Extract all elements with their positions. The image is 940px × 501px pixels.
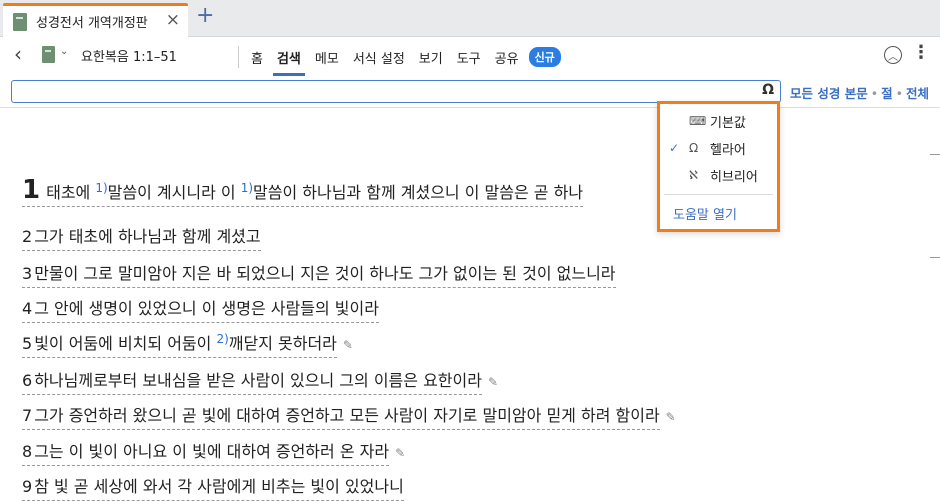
close-icon[interactable]: × <box>166 12 180 29</box>
verse-3[interactable]: 3 만물이 그로 말미암아 지은 바 되었으니 지은 것이 하나도 그가 없이는 … <box>22 260 616 288</box>
menu-format[interactable]: 서식 설정 <box>353 38 405 76</box>
dropdown-divider <box>664 194 773 195</box>
verse-number: 5 <box>22 334 33 353</box>
verse-5[interactable]: 5 빛이 어둠에 비치되 어둠이 2)깨닫지 못하더라 ✎ <box>22 330 353 358</box>
pencil-icon[interactable]: ✎ <box>488 375 498 389</box>
verse-7[interactable]: 7 그가 증언하러 왔으니 곧 빛에 대하여 증언하고 모든 사람이 자기로 말미… <box>22 402 676 430</box>
scope-all[interactable]: 전체 <box>906 86 929 101</box>
tab-title: 성경전서 개역개정판 <box>36 16 148 31</box>
dropdown-item-default[interactable]: ⌨ 기본값 <box>660 109 777 133</box>
verse-text: 깨닫지 못하더라 <box>228 334 337 353</box>
divider <box>238 46 239 68</box>
menu-view[interactable]: 보기 <box>419 38 443 76</box>
verse-number: 9 <box>22 477 33 496</box>
toolbar: ‹ ⌄ 요한복음 1:1–51 홈 검색 메모 서식 설정 보기 도구 공유 신… <box>0 38 940 76</box>
open-help-link[interactable]: 도움말 열기 <box>673 204 737 223</box>
verse-text: 태초에 <box>46 183 96 202</box>
tab-bible[interactable]: 성경전서 개역개정판 × <box>3 3 188 37</box>
keyboard-dropdown: ⌨ 기본값 ✓ Ω 헬라어 ℵ 히브리어 도움말 열기 <box>657 101 780 232</box>
check-icon: ✓ <box>669 141 680 155</box>
verse-text: 그 안에 생명이 있었으니 이 생명은 사람들의 빛이라 <box>34 299 379 318</box>
pencil-icon[interactable]: ✎ <box>343 338 353 352</box>
scope-verse[interactable]: 절 <box>881 86 893 101</box>
footnote-marker[interactable]: 1) <box>95 181 107 195</box>
menu-notes[interactable]: 메모 <box>315 38 339 76</box>
verse-text: 참 빛 곧 세상에 와서 각 사람에게 비추는 빛이 있었나니 <box>34 477 404 496</box>
keyboard-selector-icon[interactable]: Ω <box>762 82 774 98</box>
footnote-marker[interactable]: 1) <box>241 181 253 195</box>
verse-number: 3 <box>22 264 33 283</box>
verse-text: 그가 태초에 하나님과 함께 계셨고 <box>34 227 261 246</box>
menu-share[interactable]: 공유 <box>495 38 519 76</box>
tab-bar: 성경전서 개역개정판 × + <box>0 0 940 37</box>
more-icon[interactable]: ⋮ <box>912 44 930 62</box>
verse-text: 빛이 어둠에 비치되 어둠이 <box>34 334 217 353</box>
omega-icon: Ω <box>689 141 699 155</box>
search-input[interactable]: Ω <box>11 80 781 103</box>
search-scope: 모든 성경 본문 • 절 • 전체 <box>790 83 929 102</box>
pane-edge-marker <box>930 257 940 258</box>
verse-text: 그가 증언하러 왔으니 곧 빛에 대하여 증언하고 모든 사람이 자기로 말미암… <box>34 406 660 425</box>
verse-text: 말씀이 하나님과 함께 계셨으니 이 말씀은 곧 하나 <box>253 183 584 202</box>
verse-8[interactable]: 8 그는 이 빛이 아니요 이 빛에 대하여 증언하러 온 자라 ✎ <box>22 438 405 466</box>
verse-6[interactable]: 6 하나님께로부터 보내심을 받은 사람이 있으니 그의 이름은 요한이라 ✎ <box>22 367 498 395</box>
search-row: Ω 모든 성경 본문 • 절 • 전체 <box>0 76 940 108</box>
pane-edge-marker <box>930 154 940 155</box>
scope-separator: • <box>895 86 903 101</box>
ribbon-menu: 홈 검색 메모 서식 설정 보기 도구 공유 신규 <box>251 38 561 76</box>
verse-2[interactable]: 2 그가 태초에 하나님과 함께 계셨고 <box>22 223 261 251</box>
scope-separator: • <box>870 86 879 101</box>
verse-text: 말씀이 계시니라 이 <box>107 183 241 202</box>
verse-9[interactable]: 9참 빛 곧 세상에 와서 각 사람에게 비추는 빛이 있었나니 <box>22 473 404 501</box>
verse-number: 4 <box>22 299 33 318</box>
dropdown-item-label: 히브리어 <box>710 169 758 185</box>
pencil-icon[interactable]: ✎ <box>395 446 405 460</box>
book-icon <box>13 12 27 31</box>
new-tab-button[interactable]: + <box>196 5 214 27</box>
dropdown-item-label: 기본값 <box>710 115 746 131</box>
aleph-icon: ℵ <box>689 168 698 182</box>
verse-text: 그는 이 빛이 아니요 이 빛에 대하여 증언하러 온 자라 <box>34 442 390 461</box>
scope-all-text[interactable]: 모든 성경 본문 <box>790 86 868 101</box>
menu-search[interactable]: 검색 <box>272 38 305 76</box>
back-button[interactable]: ‹ <box>14 44 22 64</box>
verse-4[interactable]: 4그 안에 생명이 있었으니 이 생명은 사람들의 빛이라 <box>22 295 379 323</box>
verse-number: 6 <box>22 371 33 390</box>
collapse-icon[interactable]: ︿ <box>884 46 902 64</box>
menu-tools[interactable]: 도구 <box>457 38 481 76</box>
dropdown-item-greek[interactable]: ✓ Ω 헬라어 <box>660 136 777 160</box>
pencil-icon[interactable]: ✎ <box>666 410 676 424</box>
dropdown-item-label: 헬라어 <box>710 142 746 158</box>
chevron-down-icon[interactable]: ⌄ <box>60 46 68 57</box>
keyboard-icon: ⌨ <box>689 114 707 128</box>
verse-number: 8 <box>22 442 33 461</box>
footnote-marker[interactable]: 2) <box>216 332 228 346</box>
verse-text: 만물이 그로 말미암아 지은 바 되었으니 지은 것이 하나도 그가 없이는 된… <box>34 264 616 283</box>
chapter-number: 1 <box>22 175 41 205</box>
verse-text: 하나님께로부터 보내심을 받은 사람이 있으니 그의 이름은 요한이라 <box>34 371 482 390</box>
book-icon[interactable] <box>42 46 55 63</box>
new-badge[interactable]: 신규 <box>528 47 561 67</box>
verse-1[interactable]: 1 태초에 1)말씀이 계시니라 이 1)말씀이 하나님과 함께 계셨으니 이 말… <box>22 175 584 207</box>
verse-number: 7 <box>22 406 33 425</box>
menu-home[interactable]: 홈 <box>251 38 263 76</box>
verse-number: 2 <box>22 227 33 246</box>
bible-text: 1 태초에 1)말씀이 계시니라 이 1)말씀이 하나님과 함께 계셨으니 이 말… <box>0 109 940 501</box>
reference-selector[interactable]: 요한복음 1:1–51 <box>81 46 177 65</box>
dropdown-item-hebrew[interactable]: ℵ 히브리어 <box>660 163 777 187</box>
